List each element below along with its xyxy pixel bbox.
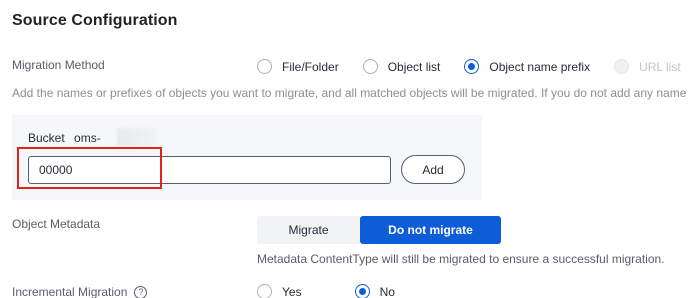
prefix-input[interactable]	[28, 156, 391, 184]
radio-label: Yes	[282, 284, 302, 298]
radio-label: URL list	[639, 59, 681, 74]
radio-circle-icon	[362, 59, 378, 74]
incremental-migration-radio-group: Yes No	[257, 284, 395, 298]
migration-description: Add the names or prefixes of objects you…	[12, 86, 687, 100]
radio-label: Object name prefix	[489, 59, 591, 74]
radio-circle-icon	[257, 59, 272, 74]
radio-circle-icon	[614, 59, 630, 74]
bucket-label: Bucket	[28, 131, 65, 145]
bucket-name-redaction	[117, 128, 157, 146]
bucket-label-row: Bucket oms-	[28, 131, 101, 145]
radio-checked-icon	[464, 59, 480, 74]
radio-object-name-prefix[interactable]: Object name prefix	[464, 59, 590, 74]
section-title: Source Configuration	[12, 12, 178, 29]
radio-object-list[interactable]: Object list	[362, 59, 441, 74]
radio-file-folder[interactable]: File/Folder	[257, 59, 339, 74]
metadata-note: Metadata ContentType will still be migra…	[257, 252, 665, 266]
radio-url-list: URL list	[614, 59, 681, 74]
help-icon[interactable]: ?	[134, 286, 148, 298]
radio-no[interactable]: No	[354, 284, 395, 298]
migration-method-label: Migration Method	[12, 58, 105, 72]
bucket-name: oms-	[74, 131, 101, 145]
do-not-migrate-option[interactable]: Do not migrate	[360, 216, 501, 244]
radio-label: File/Folder	[282, 59, 339, 74]
migration-method-radio-group: File/Folder Object list Object name pref…	[257, 59, 681, 74]
radio-label: Object list	[387, 59, 441, 74]
incremental-migration-label: Incremental Migration	[12, 285, 128, 298]
radio-label: No	[379, 284, 395, 298]
object-metadata-label: Object Metadata	[12, 217, 101, 231]
radio-circle-icon	[257, 284, 272, 298]
radio-yes[interactable]: Yes	[257, 284, 302, 298]
object-metadata-segmented-control: Migrate Do not migrate	[257, 216, 501, 244]
migrate-option[interactable]: Migrate	[257, 216, 360, 244]
add-button[interactable]: Add	[401, 155, 465, 184]
incremental-migration-row: Incremental Migration?	[12, 285, 148, 298]
radio-checked-icon	[354, 284, 370, 298]
